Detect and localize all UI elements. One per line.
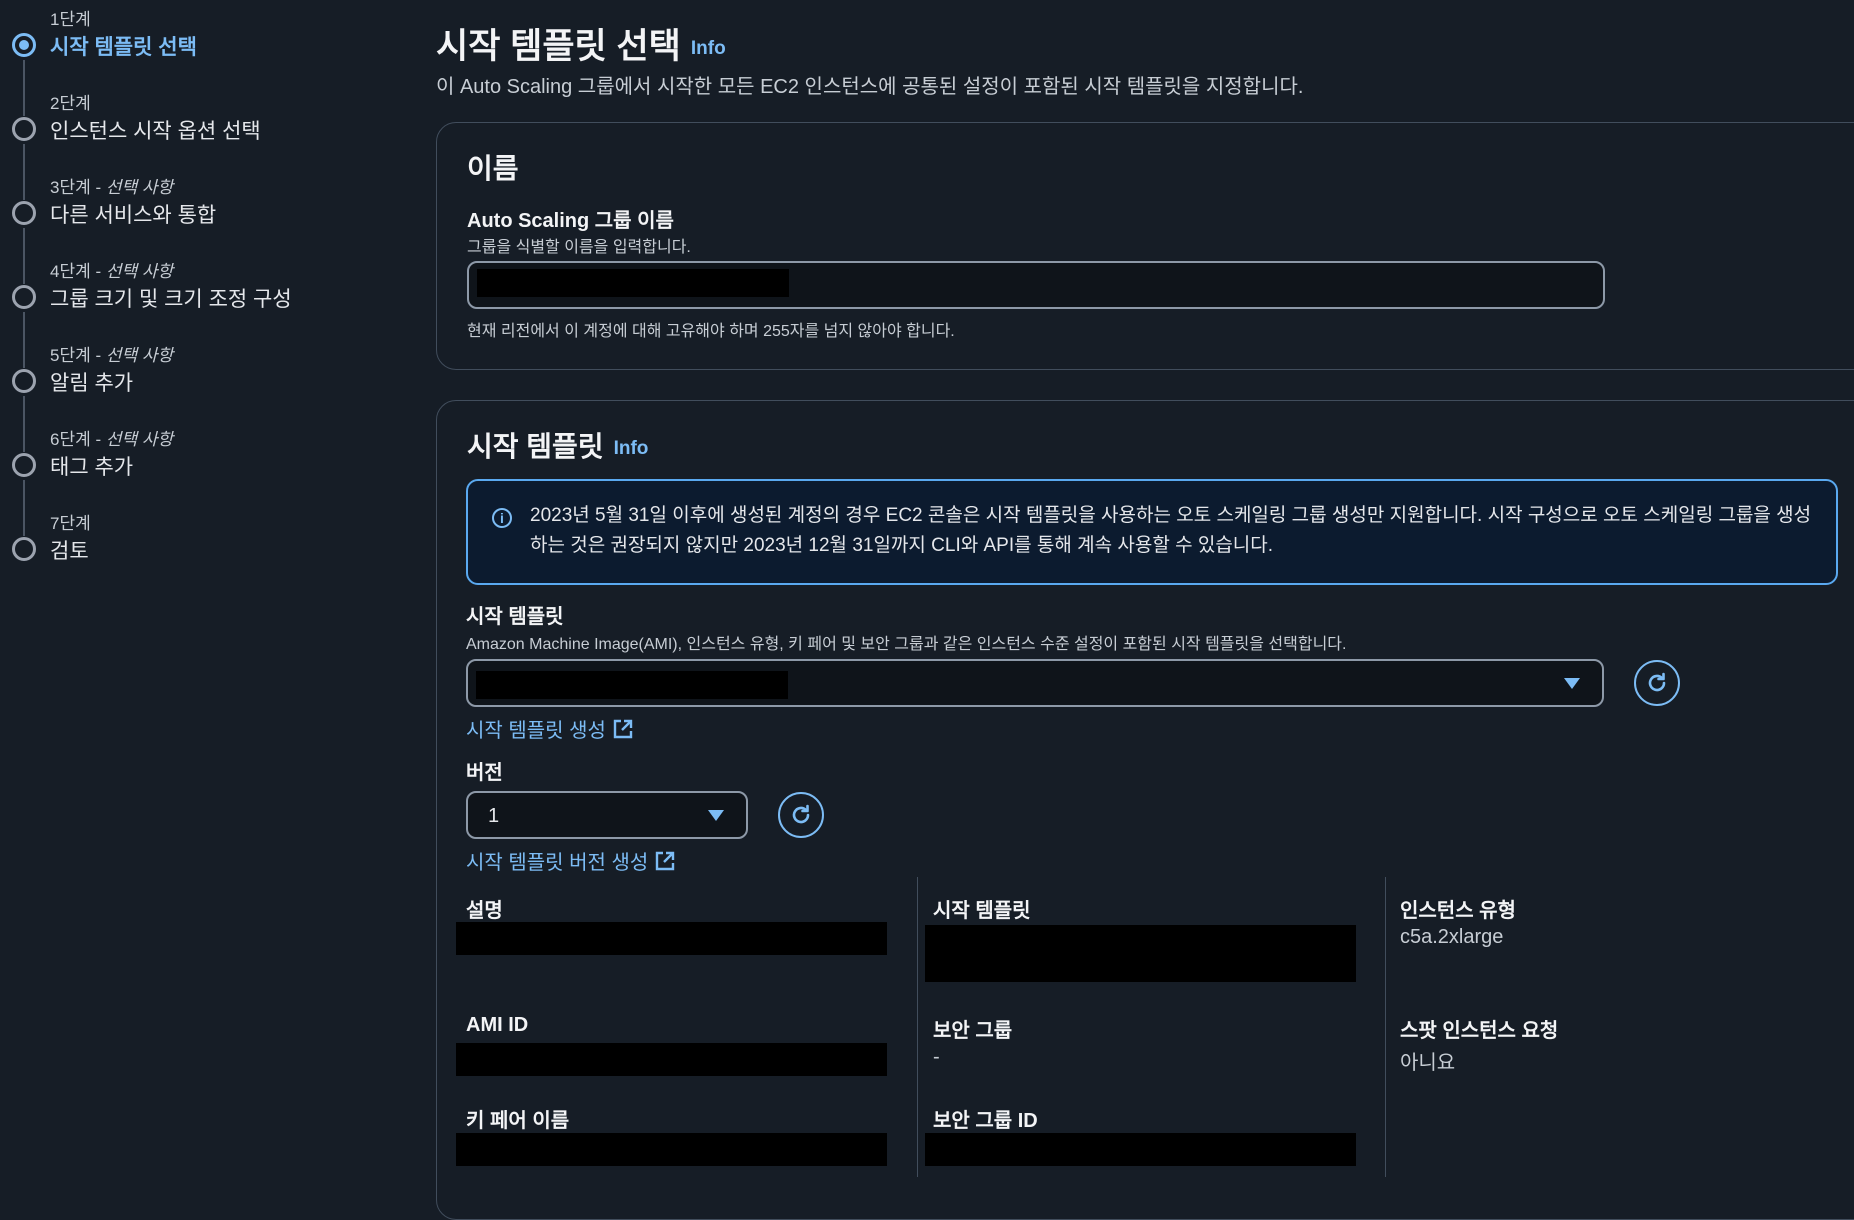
step-2[interactable]: 2단계 인스턴스 시작 옵션 선택 [0, 84, 400, 154]
template-detail-label: 시작 템플릿 [933, 900, 1031, 922]
step-title[interactable]: 다른 서비스와 통합 [50, 199, 216, 229]
launch-template-select[interactable] [466, 659, 1604, 707]
step-title[interactable]: 검토 [50, 535, 89, 565]
step-active-indicator-icon [12, 33, 36, 57]
page-title: 시작 템플릿 선택 Info [436, 27, 726, 66]
optional-tag: 선택 사항 [105, 430, 174, 449]
step-title[interactable]: 태그 추가 [50, 451, 133, 481]
wizard-stepper: 1단계 시작 템플릿 선택 2단계 인스턴스 시작 옵션 선택 3단계 - 선택… [0, 0, 420, 1198]
step-indicator-icon [12, 369, 36, 393]
step-6[interactable]: 6단계 - 선택 사항 태그 추가 [0, 420, 400, 490]
step-5[interactable]: 5단계 - 선택 사항 알림 추가 [0, 336, 400, 406]
step-indicator-icon [12, 453, 36, 477]
step-1[interactable]: 1단계 시작 템플릿 선택 [0, 0, 400, 70]
version-label: 버전 [466, 762, 503, 784]
step-indicator-icon [12, 117, 36, 141]
optional-tag: 선택 사항 [105, 262, 174, 281]
instance-type-label: 인스턴스 유형 [1400, 900, 1516, 922]
redacted-value [456, 1133, 887, 1166]
refresh-versions-button[interactable] [778, 792, 824, 838]
spot-request-label: 스팟 인스턴스 요청 [1400, 1020, 1559, 1042]
panel-heading: 시작 템플릿 Info [467, 431, 649, 462]
description-label: 설명 [466, 900, 503, 922]
step-title[interactable]: 알림 추가 [50, 367, 133, 397]
info-link[interactable]: Info [691, 38, 726, 59]
redacted-value [456, 1043, 887, 1076]
optional-tag: 선택 사항 [105, 178, 174, 197]
refresh-icon [792, 804, 810, 824]
info-link[interactable]: Info [614, 438, 649, 459]
ami-id-label: AMI ID [466, 1014, 529, 1036]
create-template-link[interactable]: 시작 템플릿 생성 [466, 714, 634, 743]
info-alert: i 2023년 5월 31일 이후에 생성된 계정의 경우 EC2 콘솔은 시작… [466, 479, 1838, 585]
caret-down-icon [1564, 678, 1580, 689]
step-indicator-icon [12, 201, 36, 225]
step-7[interactable]: 7단계 검토 [0, 504, 400, 574]
step-number: 7단계 [50, 514, 91, 533]
launch-template-description: Amazon Machine Image(AMI), 인스턴스 유형, 키 페어… [466, 636, 1347, 653]
external-link-icon [656, 851, 675, 871]
security-group-label: 보안 그룹 [933, 1020, 1013, 1042]
step-number: 5단계 - 선택 사항 [50, 346, 174, 365]
step-title[interactable]: 그룹 크기 및 크기 조정 구성 [50, 283, 292, 313]
spot-request-value: 아니요 [1400, 1052, 1456, 1074]
step-indicator-icon [12, 285, 36, 309]
redacted-value [477, 269, 789, 297]
redacted-value [925, 925, 1356, 982]
caret-down-icon [708, 810, 724, 821]
redacted-value [456, 922, 887, 955]
asg-name-label: Auto Scaling 그룹 이름 [467, 210, 674, 232]
step-number: 4단계 - 선택 사항 [50, 262, 174, 281]
security-group-id-label: 보안 그룹 ID [933, 1110, 1038, 1132]
launch-template-label: 시작 템플릿 [466, 606, 564, 628]
asg-name-constraint: 현재 리전에서 이 계정에 대해 고유해야 하며 255자를 넘지 않아야 합니… [467, 323, 955, 340]
redacted-value [476, 671, 788, 699]
step-indicator-icon [12, 537, 36, 561]
column-divider [1385, 877, 1386, 1177]
panel-heading: 이름 [467, 153, 519, 184]
redacted-value [925, 1133, 1356, 1166]
security-group-value: - [933, 1046, 940, 1068]
create-version-link[interactable]: 시작 템플릿 버전 생성 [466, 846, 676, 875]
asg-name-input[interactable] [467, 261, 1605, 309]
step-number: 6단계 - 선택 사항 [50, 430, 174, 449]
asg-name-description: 그룹을 식별할 이름을 입력합니다. [467, 239, 691, 256]
step-3[interactable]: 3단계 - 선택 사항 다른 서비스와 통합 [0, 168, 400, 238]
external-link-icon [613, 719, 633, 739]
refresh-templates-button[interactable] [1634, 660, 1680, 706]
instance-type-value: c5a.2xlarge [1400, 926, 1504, 948]
version-select[interactable]: 1 [466, 791, 748, 839]
version-value: 1 [488, 805, 500, 827]
step-title[interactable]: 시작 템플릿 선택 [50, 31, 197, 61]
page-description: 이 Auto Scaling 그룹에서 시작한 모든 EC2 인스턴스에 공통된… [436, 76, 1304, 98]
step-number: 3단계 - 선택 사항 [50, 178, 174, 197]
step-number: 1단계 [50, 10, 91, 29]
step-4[interactable]: 4단계 - 선택 사항 그룹 크기 및 크기 조정 구성 [0, 252, 400, 322]
step-title[interactable]: 인스턴스 시작 옵션 선택 [50, 115, 261, 145]
info-circle-icon: i [492, 508, 512, 528]
name-panel: 이름 Auto Scaling 그룹 이름 그룹을 식별할 이름을 입력합니다.… [436, 122, 1854, 370]
alert-message: 2023년 5월 31일 이후에 생성된 계정의 경우 EC2 콘솔은 시작 템… [530, 505, 1812, 556]
step-number: 2단계 [50, 94, 91, 113]
column-divider [917, 877, 918, 1177]
optional-tag: 선택 사항 [105, 346, 174, 365]
key-pair-label: 키 페어 이름 [466, 1110, 570, 1132]
refresh-icon [1648, 672, 1666, 692]
